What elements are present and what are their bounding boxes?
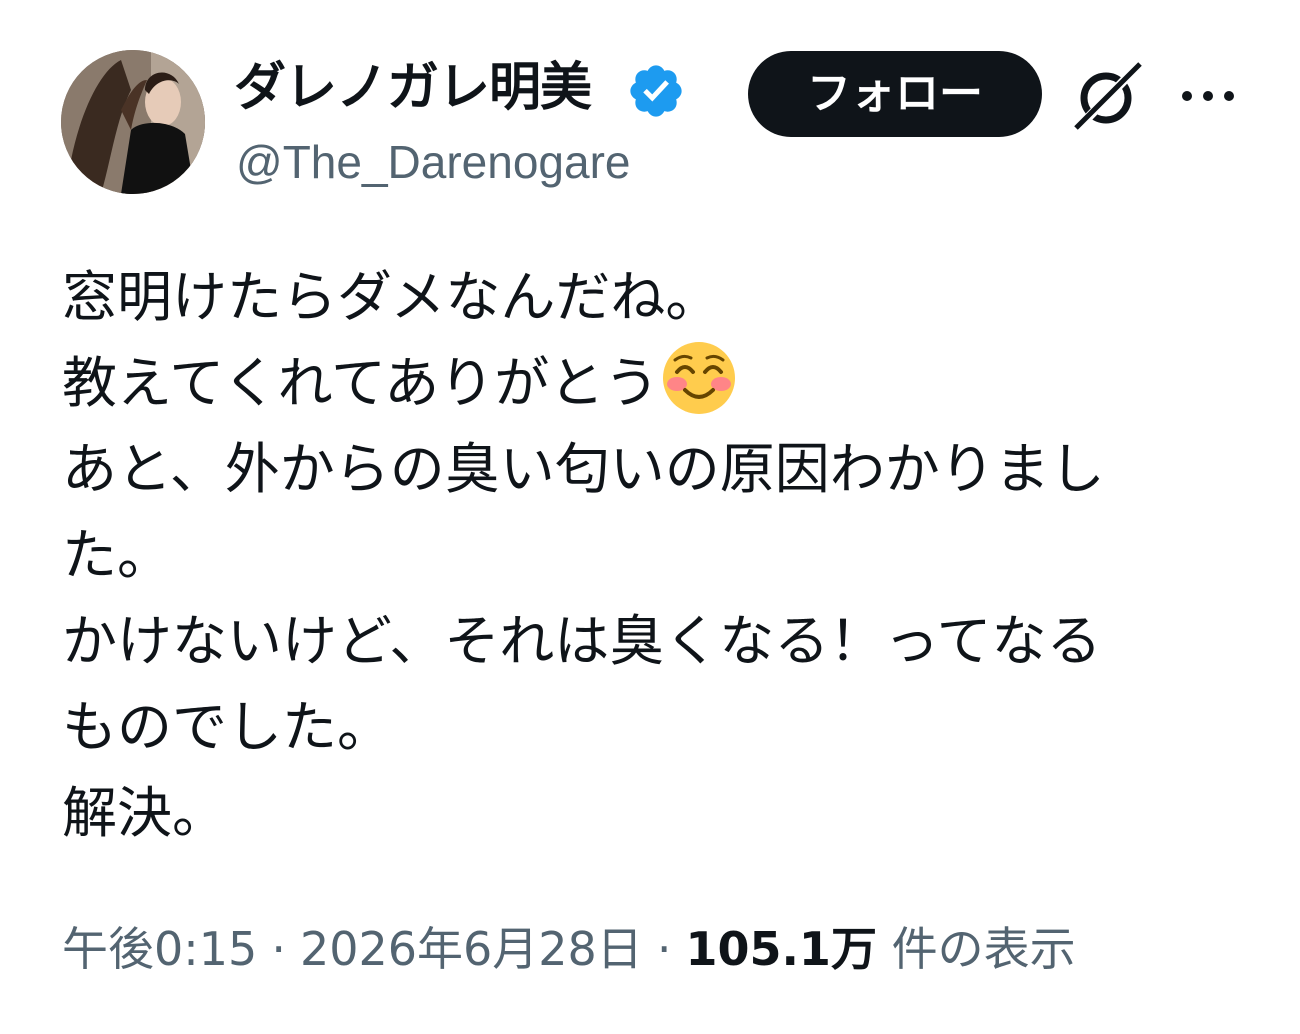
avatar[interactable] <box>61 50 205 194</box>
display-name[interactable]: ダレノガレ明美 <box>234 52 592 124</box>
tweet-line: かけないけど、それは臭くなる！ってなる <box>62 609 1102 673</box>
tweet-meta: 午後0:15 · 2026年6月28日 · 105.1万 件の表示 <box>62 914 1076 984</box>
tweet-date[interactable]: 2026年6月28日 <box>300 922 643 976</box>
tweet-line: あと、外からの臭い匂いの原因わかりまし <box>62 437 1105 501</box>
verified-badge-icon <box>630 65 682 117</box>
meta-separator: · <box>656 922 672 976</box>
tweet-text: 窓明けたらダメなんだね。 教えてくれてありがとう あと、外からの臭い匂いの原因わ… <box>62 254 1262 856</box>
more-icon[interactable] <box>1178 76 1238 116</box>
avatar-photo <box>61 50 205 194</box>
views-label: 件の表示 <box>891 922 1076 976</box>
author-handle[interactable]: @The_Darenogare <box>236 132 630 192</box>
follow-button[interactable]: フォロー <box>748 51 1042 137</box>
tweet-time[interactable]: 午後0:15 <box>62 922 257 976</box>
meta-separator: · <box>271 922 286 976</box>
tweet-line-text: 教えてくれてありがとう <box>62 351 660 415</box>
tweet-line: 解決。 <box>62 781 228 845</box>
smiling-face-with-smiling-eyes-icon <box>663 342 736 414</box>
tweet-line: ものでした。 <box>62 695 393 759</box>
views-count: 105.1万 <box>685 922 877 976</box>
tweet-line: 窓明けたらダメなんだね。 <box>62 265 721 329</box>
grok-icon[interactable] <box>1070 58 1146 134</box>
tweet-line: た。 <box>62 523 173 587</box>
tweet-line: 教えてくれてありがとう <box>62 340 1262 426</box>
